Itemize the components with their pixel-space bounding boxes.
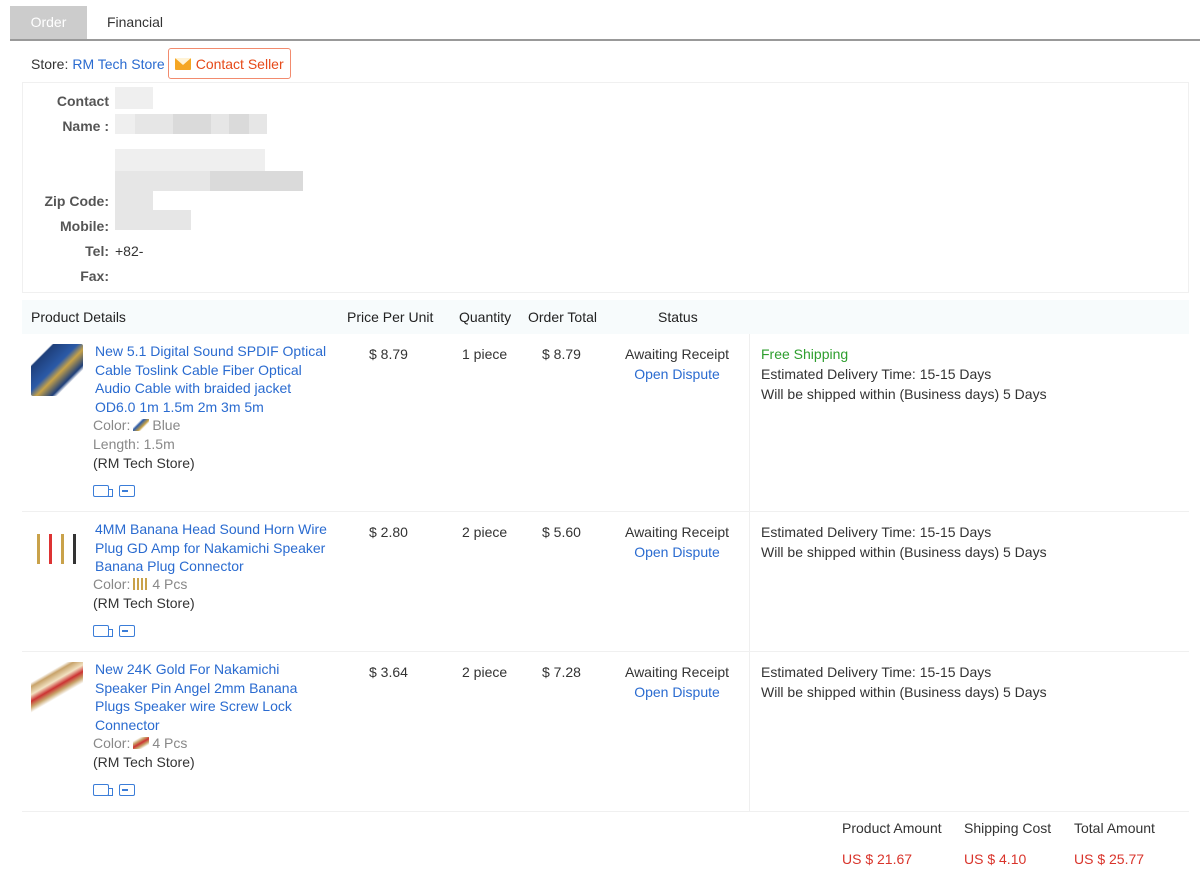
- color-value: 4 Pcs: [152, 576, 188, 592]
- contact-name-label-2: Name :: [62, 118, 109, 134]
- ship-within: Will be shipped within (Business days) 5…: [761, 544, 1047, 560]
- status-cell: Awaiting Receipt Open Dispute: [612, 344, 742, 384]
- tel-label: Tel:: [85, 243, 109, 259]
- order-total: $ 8.79: [542, 346, 581, 362]
- shipping-info: Estimated Delivery Time: 15-15 Days Will…: [761, 662, 1047, 702]
- card-icon[interactable]: [119, 485, 135, 497]
- open-dispute-link[interactable]: Open Dispute: [612, 682, 742, 702]
- contact-seller-button[interactable]: Contact Seller: [167, 48, 291, 79]
- shipping-address-box: Contact Name : Zip Code: Mobile: Tel: +8…: [22, 82, 1189, 293]
- quantity: 1 piece: [462, 346, 508, 362]
- card-icon[interactable]: [119, 784, 135, 796]
- status-text: Awaiting Receipt: [624, 524, 730, 540]
- status-cell: Awaiting Receipt Open Dispute: [612, 662, 742, 702]
- shipping-info: Free Shipping Estimated Delivery Time: 1…: [761, 344, 1047, 404]
- color-label: Color:: [93, 417, 131, 433]
- color-value: 4 Pcs: [152, 735, 188, 751]
- length-value: 1.5m: [143, 436, 175, 452]
- table-row: New 5.1 Digital Sound SPDIF Optical Cabl…: [22, 334, 1189, 512]
- product-title-link[interactable]: 4MM Banana Head Sound Horn Wire Plug GD …: [95, 520, 335, 576]
- table-row: 4MM Banana Head Sound Horn Wire Plug GD …: [22, 512, 1189, 652]
- delivery-truck-icon[interactable]: [93, 784, 113, 796]
- delivery-truck-icon[interactable]: [93, 485, 113, 497]
- delivery-truck-icon[interactable]: [93, 625, 113, 637]
- order-total: $ 5.60: [542, 524, 581, 540]
- order-totals: Product Amount Shipping Cost Total Amoun…: [0, 812, 1200, 885]
- price-per-unit: $ 8.79: [369, 346, 408, 362]
- product-store: (RM Tech Store): [93, 595, 195, 611]
- redacted-mobile: [115, 210, 191, 230]
- store-label: Store:: [31, 55, 69, 72]
- tab-order[interactable]: Order: [10, 6, 87, 39]
- header-price-per-unit: Price Per Unit: [347, 309, 434, 325]
- color-swatch: [133, 578, 150, 590]
- shipping-cost-label: Shipping Cost: [964, 820, 1052, 836]
- status-cell: Awaiting Receipt Open Dispute: [612, 522, 742, 562]
- header-order-total: Order Total: [528, 309, 597, 325]
- open-dispute-link[interactable]: Open Dispute: [612, 542, 742, 562]
- ship-within: Will be shipped within (Business days) 5…: [761, 684, 1047, 700]
- product-attributes: Color: 4 Pcs (RM Tech Store): [93, 575, 195, 613]
- store-row: Store: RM Tech Store Contact Seller: [31, 48, 291, 79]
- store-name-link[interactable]: RM Tech Store: [72, 56, 164, 72]
- mail-icon: [174, 57, 191, 70]
- order-table-header: Product Details Price Per Unit Quantity …: [22, 300, 1189, 334]
- product-image[interactable]: [31, 344, 83, 396]
- shipping-cost-value: US $ 4.10: [964, 851, 1027, 867]
- product-store: (RM Tech Store): [93, 455, 195, 471]
- header-product-details: Product Details: [31, 309, 126, 325]
- contact-seller-label: Contact Seller: [195, 55, 284, 72]
- tab-financial[interactable]: Financial: [100, 6, 170, 39]
- quantity: 2 piece: [462, 664, 508, 680]
- zip-code-label: Zip Code:: [44, 193, 109, 209]
- status-text: Awaiting Receipt: [624, 346, 730, 362]
- price-per-unit: $ 2.80: [369, 524, 408, 540]
- color-label: Color:: [93, 576, 131, 592]
- total-amount-value: US $ 25.77: [1074, 851, 1145, 867]
- open-dispute-link[interactable]: Open Dispute: [612, 364, 742, 384]
- redacted-zip: [115, 191, 153, 211]
- estimated-delivery: Estimated Delivery Time: 15-15 Days: [761, 524, 992, 540]
- color-swatch: [133, 737, 150, 749]
- status-text: Awaiting Receipt: [624, 664, 730, 680]
- product-amount-value: US $ 21.67: [842, 851, 913, 867]
- tel-value: +82-: [115, 243, 144, 259]
- product-attributes: Color: Blue Length: 1.5m (RM Tech Store): [93, 416, 195, 473]
- product-image[interactable]: [31, 662, 83, 714]
- order-total: $ 7.28: [542, 664, 581, 680]
- header-quantity: Quantity: [459, 309, 512, 325]
- order-tabs: Order Financial: [10, 6, 1200, 41]
- mobile-label: Mobile:: [60, 218, 109, 234]
- ship-within: Will be shipped within (Business days) 5…: [761, 386, 1047, 402]
- fax-label: Fax:: [80, 268, 109, 284]
- estimated-delivery: Estimated Delivery Time: 15-15 Days: [761, 664, 992, 680]
- estimated-delivery: Estimated Delivery Time: 15-15 Days: [761, 366, 992, 382]
- table-row: New 24K Gold For Nakamichi Speaker Pin A…: [22, 652, 1189, 812]
- price-per-unit: $ 3.64: [369, 664, 408, 680]
- length-label: Length:: [93, 436, 140, 452]
- card-icon[interactable]: [119, 625, 135, 637]
- quantity: 2 piece: [462, 524, 508, 540]
- total-amount-label: Total Amount: [1074, 820, 1155, 836]
- product-attributes: Color: 4 Pcs (RM Tech Store): [93, 734, 195, 772]
- product-image[interactable]: [31, 522, 83, 574]
- product-title-link[interactable]: New 5.1 Digital Sound SPDIF Optical Cabl…: [95, 342, 335, 416]
- free-shipping-label: Free Shipping: [761, 346, 849, 362]
- shipping-info: Estimated Delivery Time: 15-15 Days Will…: [761, 522, 1047, 562]
- product-title-link[interactable]: New 24K Gold For Nakamichi Speaker Pin A…: [95, 660, 335, 734]
- color-value: Blue: [152, 417, 181, 433]
- color-swatch: [133, 419, 150, 431]
- product-amount-label: Product Amount: [842, 820, 942, 836]
- color-label: Color:: [93, 735, 131, 751]
- product-store: (RM Tech Store): [93, 754, 195, 770]
- header-status: Status: [658, 309, 698, 325]
- contact-name-label: Contact: [56, 93, 109, 109]
